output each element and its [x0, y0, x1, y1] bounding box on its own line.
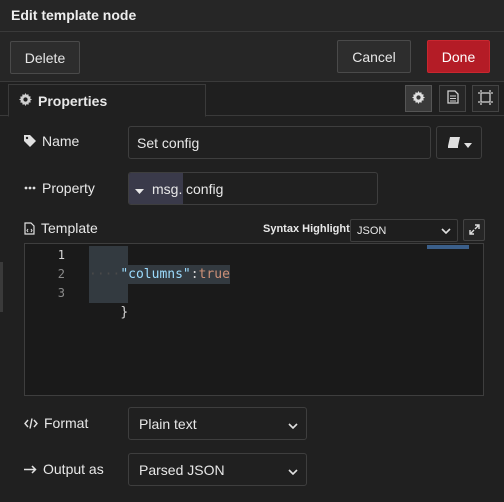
- tab-bar: Properties: [0, 82, 504, 117]
- file-code-icon: [24, 221, 35, 235]
- code-icon: [24, 417, 38, 429]
- syntax-highlight-value: JSON: [357, 224, 387, 237]
- name-input-value: Set config: [137, 134, 200, 151]
- line-number: 3: [57, 286, 65, 300]
- delete-button[interactable]: Delete: [10, 41, 80, 74]
- tab-settings[interactable]: [405, 85, 432, 112]
- output-label: Output as: [43, 461, 104, 477]
- property-input[interactable]: msg. config: [128, 172, 378, 205]
- template-label: Template: [41, 220, 98, 236]
- property-label-row: Property: [24, 180, 95, 196]
- whitespace-marker: ····: [89, 267, 121, 282]
- dialog-titlebar: Edit template node: [0, 0, 504, 32]
- dialog-button-bar: Delete Cancel Done: [0, 32, 504, 82]
- code-line: ····"columns":true: [89, 265, 230, 284]
- property-label: Property: [42, 180, 95, 196]
- property-value: config: [186, 180, 224, 197]
- expand-editor-button[interactable]: [463, 219, 485, 241]
- tab-properties-label: Properties: [38, 92, 108, 109]
- node-label-menu-button[interactable]: [436, 126, 482, 159]
- ellipsis-icon: [24, 186, 36, 190]
- edge-marker: [0, 262, 3, 312]
- chevron-down-icon: [441, 225, 451, 237]
- code-token: }: [120, 305, 129, 320]
- tab-appearance[interactable]: [472, 85, 499, 112]
- caret-down-icon: [463, 135, 472, 151]
- chevron-down-icon: [288, 416, 298, 432]
- property-type-selector[interactable]: msg.: [129, 173, 183, 204]
- arrow-right-icon: [24, 464, 37, 474]
- line-number: 2: [57, 267, 65, 281]
- tab-description[interactable]: [439, 85, 466, 112]
- gear-icon: [412, 90, 425, 107]
- dialog-title: Edit template node: [11, 7, 137, 23]
- chevron-down-icon: [288, 462, 298, 478]
- output-select[interactable]: Parsed JSON: [128, 453, 307, 486]
- book-icon: [447, 135, 460, 151]
- code-token: "columns": [120, 267, 191, 282]
- code-token: :: [190, 267, 199, 282]
- output-select-value: Parsed JSON: [139, 461, 225, 478]
- name-label: Name: [42, 133, 80, 149]
- document-icon: [446, 90, 459, 107]
- tab-properties[interactable]: Properties: [8, 84, 206, 117]
- template-label-row: Template: [24, 220, 98, 236]
- code-line: {: [89, 246, 129, 282]
- tag-icon: [24, 135, 36, 147]
- gear-icon: [19, 92, 32, 109]
- caret-down-icon: [135, 181, 144, 197]
- cancel-button[interactable]: Cancel: [337, 40, 411, 73]
- format-select[interactable]: Plain text: [128, 407, 307, 440]
- frame-icon: [478, 89, 493, 108]
- line-number: 1: [57, 248, 65, 262]
- output-label-row: Output as: [24, 461, 104, 477]
- syntax-highlight-select[interactable]: JSON: [350, 219, 458, 242]
- format-label: Format: [44, 415, 89, 431]
- format-select-value: Plain text: [139, 415, 197, 432]
- template-code-editor[interactable]: 1 2 3 { ····"columns":true }: [24, 243, 484, 396]
- name-input[interactable]: Set config: [128, 126, 431, 159]
- done-button[interactable]: Done: [427, 40, 490, 73]
- syntax-highlight-label: Syntax Highlight:: [263, 223, 354, 235]
- format-label-row: Format: [24, 415, 88, 431]
- name-label-row: Name: [24, 133, 79, 149]
- property-type-label: msg.: [152, 180, 183, 197]
- editor-gutter: 1 2 3: [25, 244, 73, 395]
- editor-scroll-marker: [427, 245, 469, 249]
- code-token: true: [198, 267, 230, 282]
- code-line: }: [89, 284, 129, 320]
- expand-icon: [468, 222, 480, 238]
